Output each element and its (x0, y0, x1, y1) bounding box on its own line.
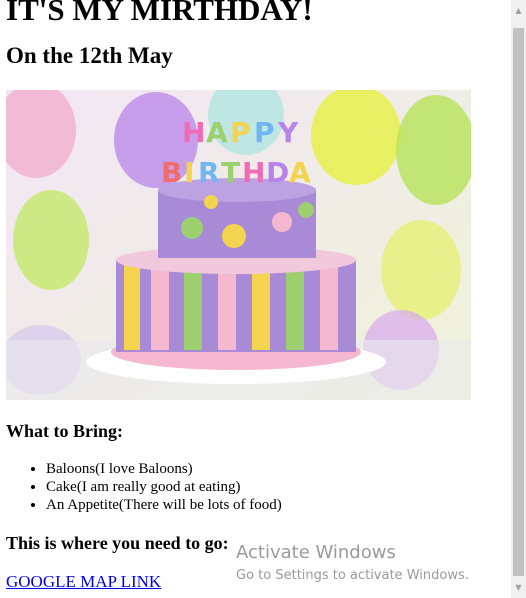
svg-text:Y: Y (277, 116, 299, 149)
svg-text:P: P (254, 116, 275, 149)
svg-text:B: B (161, 156, 182, 189)
svg-text:H: H (182, 116, 205, 149)
list-item: An Appetite(There will be lots of food) (46, 496, 511, 514)
event-date: On the 12th May (6, 43, 173, 68)
scroll-down-arrow-icon[interactable]: ▼ (514, 583, 523, 592)
vertical-scrollbar[interactable]: ▲ ▼ (511, 0, 526, 598)
list-item: Baloons(I love Baloons) (46, 460, 511, 478)
bring-list: Baloons(I love Baloons) Cake(I am really… (6, 460, 511, 514)
page-title: IT'S MY MIRTHDAY! (6, 0, 313, 27)
svg-text:A: A (289, 156, 311, 189)
svg-text:D: D (266, 156, 289, 189)
watermark-title: Activate Windows (236, 542, 396, 563)
svg-text:I: I (184, 156, 194, 189)
bring-heading: What to Bring: (6, 421, 123, 441)
birthday-cake-image: H A P P Y B I R T H D A (6, 90, 471, 400)
svg-text:H: H (242, 156, 265, 189)
svg-text:R: R (198, 156, 220, 189)
activate-windows-watermark: Activate Windows Go to Settings to activ… (236, 542, 469, 585)
list-item: Cake(I am really good at eating) (46, 478, 511, 496)
google-map-link[interactable]: GOOGLE MAP LINK (6, 572, 161, 591)
scrollbar-thumb[interactable] (513, 28, 524, 576)
svg-text:P: P (230, 116, 251, 149)
svg-text:T: T (221, 156, 240, 189)
watermark-subtitle: Go to Settings to activate Windows. (236, 568, 469, 583)
page-content: IT'S MY MIRTHDAY! On the 12th May H A P … (6, 0, 511, 592)
svg-text:A: A (206, 116, 228, 149)
scroll-up-arrow-icon[interactable]: ▲ (514, 6, 523, 15)
